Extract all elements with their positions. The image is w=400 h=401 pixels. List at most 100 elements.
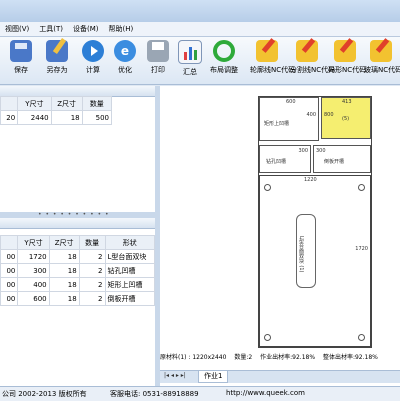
table-cell[interactable]: 500 [81,110,113,125]
column-header: Y尺寸 [17,235,50,250]
table-cell[interactable]: 18 [48,277,80,292]
save-button[interactable]: 保存 [4,40,38,82]
save-as-button[interactable]: 另存为 [40,38,74,82]
part-dimension: 1220 [304,177,317,183]
part-dimension: 400 [306,112,316,118]
status-bar: 公司 2002-2013 版权所有 客服电话: 0531-88918889 ht… [0,386,400,401]
part-side-slot[interactable]: 300 倒板开槽 [313,145,371,173]
part-dimension: 600 [286,99,296,105]
part-rect-groove[interactable]: 600 400 矩形上凹槽 [259,97,319,141]
table-cell[interactable]: 18 [50,110,83,125]
nc-pencil-icon [256,38,278,62]
nc-pencil-icon [370,38,392,62]
column-header [0,96,19,111]
column-header: Y尺寸 [17,96,52,111]
calculate-label: 计算 [86,66,100,74]
table-cell[interactable]: 钻孔凹槽 [104,263,156,278]
column-header: Z尺寸 [48,235,80,250]
material-sheet: 600 400 矩形上凹槽 413 800 (5) 300 钻孔凹槽 300 倒… [258,96,372,348]
hole-marker [264,334,271,341]
shaped-nc-label: 异形NC代码 [328,66,367,74]
split-nc-button[interactable]: 分割线NC代码 [290,38,336,82]
table-cell[interactable]: 00 [0,249,19,264]
menu-tools[interactable]: 工具(T) [34,22,68,36]
table-cell[interactable]: L型台面双块 [104,249,156,264]
table-cell[interactable]: 400 [17,277,50,292]
phone-text: 客服电话: 0531-88918889 [110,390,199,398]
optimize-button[interactable]: e 优化 [108,40,142,82]
part-label: 钻孔凹槽 [266,159,287,165]
tab-nav-arrows-icon[interactable]: |◂ ◂ ▸ ▸| [164,372,186,379]
table-row[interactable]: 00 400 18 2 矩形上凹槽 [0,277,156,292]
table-cell[interactable]: 矩形上凹槽 [104,277,156,292]
part-l-countertop[interactable]: 1220 1720 L型台面双块 (1) [259,175,371,347]
table-cell[interactable]: 00 [0,277,19,292]
table-header-row: Y尺寸 Z尺寸 数量 [0,96,113,111]
copyright-text: 公司 2002-2013 版权所有 [2,390,87,398]
overall-yield-info: 整体出材率:92.18% [322,354,378,361]
summary-button[interactable]: 汇总 [173,40,207,82]
optimize-label: 优化 [118,66,132,74]
table-cell[interactable]: 300 [17,263,50,278]
menu-help[interactable]: 帮助(H) [104,22,139,36]
save-as-icon [46,38,68,62]
optimize-icon: e [114,40,136,62]
part-selected[interactable]: 413 800 (5) [321,97,371,139]
table-cell[interactable]: 00 [0,291,19,306]
print-label: 打印 [151,66,165,74]
table-row[interactable]: 00 1720 18 2 L型台面双块 [0,249,156,264]
save-icon [10,40,32,62]
table-cell[interactable]: 2 [78,249,106,264]
calculate-button[interactable]: 计算 [76,40,110,82]
shaped-nc-button[interactable]: 异形NC代码 [328,38,367,82]
hole-marker [358,184,365,191]
nc-pencil-icon [334,38,356,62]
yield-info: 作业出材率:92.18% [260,354,316,361]
layout-info: 原材料(1) : 1220x2440 数量:2 作业出材率:92.18% 整体出… [160,352,400,361]
glass-nc-label: 玻璃NC代码 [364,66,400,74]
column-header: 数量 [78,235,106,250]
menu-view[interactable]: 视图(V) [0,22,34,36]
sheet-tab-bar: |◂ ◂ ▸ ▸| 作业1 [160,370,400,383]
table-cell[interactable]: 600 [17,291,50,306]
part-dimension: 300 [316,148,326,154]
glass-nc-button[interactable]: 玻璃NC代码 [364,38,400,82]
contour-nc-button[interactable]: 轮廓线NC代码 [250,38,296,82]
table-cell[interactable]: 2 [78,263,106,278]
column-header [0,235,19,250]
summary-label: 汇总 [183,68,197,76]
window-titlebar [0,0,400,22]
table-row[interactable]: 00 300 18 2 钻孔凹槽 [0,263,156,278]
table-cell[interactable]: 2 [78,277,106,292]
website-text: http://www.queek.com [226,389,305,397]
part-label: L型台面双块 (1) [298,236,304,273]
table-cell[interactable]: 1720 [17,249,50,264]
quantity-info: 数量:2 [234,354,253,361]
layout-preview-pane: 600 400 矩形上凹槽 413 800 (5) 300 钻孔凹槽 300 倒… [160,86,400,386]
print-icon [147,40,169,62]
print-button[interactable]: 打印 [141,40,175,82]
menu-bar: 视图(V) 工具(T) 设备(M) 帮助(H) [0,22,400,37]
table-cell[interactable]: 倒板开槽 [104,291,156,306]
tab-job1[interactable]: 作业1 [198,371,229,383]
table-row[interactable]: 20 2440 18 500 [0,110,113,125]
hole-marker [264,184,271,191]
table-row[interactable]: 00 600 18 2 倒板开槽 [0,291,156,306]
part-label: (5) [342,116,350,122]
table-cell[interactable]: 2 [78,291,106,306]
table-cell[interactable]: 20 [0,110,19,125]
table-cell[interactable]: 00 [0,263,19,278]
table-cell[interactable]: 2440 [17,110,52,125]
column-header: 形状 [104,235,156,250]
split-nc-label: 分割线NC代码 [290,66,336,74]
table-cell[interactable]: 18 [48,263,80,278]
table-cell[interactable]: 18 [48,291,80,306]
contour-nc-label: 轮廓线NC代码 [250,66,296,74]
menu-device[interactable]: 设备(M) [68,22,104,36]
part-drill-groove[interactable]: 300 钻孔凹槽 [259,145,311,173]
summary-icon [178,40,202,64]
parts-table: Y尺寸 Z尺寸 数量 形状 00 1720 18 2 L型台面双块 00 300… [0,235,156,306]
table-cell[interactable]: 18 [48,249,80,264]
layout-adjust-button[interactable]: 布局调整 [207,40,241,82]
part-dimension: 413 [342,99,352,105]
